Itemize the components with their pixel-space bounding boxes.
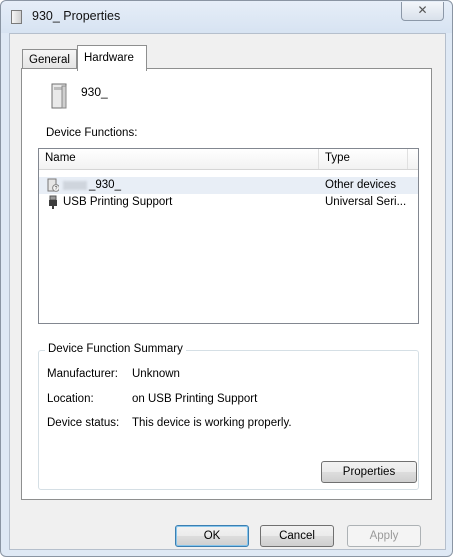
column-separator[interactable] bbox=[318, 149, 319, 169]
unknown-device-icon: ? bbox=[47, 178, 59, 192]
manufacturer-label: Manufacturer: bbox=[47, 368, 118, 380]
row-device-type: Other devices bbox=[325, 179, 396, 191]
column-separator[interactable] bbox=[407, 149, 408, 169]
apply-button[interactable]: Apply bbox=[347, 525, 421, 547]
tab-general[interactable]: General bbox=[22, 49, 77, 70]
row-device-name: _930_ bbox=[89, 179, 121, 191]
row-device-type: Universal Seri... bbox=[325, 196, 407, 208]
device-status-value: This device is working properly. bbox=[132, 417, 292, 429]
properties-window: 930_ Properties ✕ General Hardware 930_ … bbox=[0, 0, 453, 557]
list-item[interactable]: USB Printing Support Universal Seri... bbox=[39, 194, 418, 211]
device-status-label: Device status: bbox=[47, 417, 120, 429]
device-functions-label: Device Functions: bbox=[46, 127, 138, 139]
column-header-name[interactable]: Name bbox=[45, 152, 76, 164]
device-name: 930_ bbox=[81, 85, 108, 99]
window-title: 930_ Properties bbox=[32, 9, 121, 23]
close-button[interactable]: ✕ bbox=[401, 2, 444, 21]
list-item[interactable]: ? _930_ Other devices bbox=[39, 177, 418, 194]
group-title: Device Function Summary bbox=[45, 343, 186, 355]
printer-device-icon bbox=[51, 83, 67, 109]
manufacturer-value: Unknown bbox=[132, 368, 180, 380]
list-header: Name Type bbox=[39, 149, 418, 170]
location-value: on USB Printing Support bbox=[132, 393, 258, 405]
svg-text:?: ? bbox=[55, 186, 58, 192]
ok-button[interactable]: OK bbox=[175, 525, 249, 547]
title-bar[interactable]: 930_ Properties ✕ bbox=[1, 1, 452, 33]
device-functions-list[interactable]: Name Type ? _930_ Other devices USB Prin… bbox=[38, 148, 419, 324]
redacted-name-blur bbox=[63, 181, 87, 190]
location-label: Location: bbox=[47, 393, 94, 405]
column-header-type[interactable]: Type bbox=[325, 152, 350, 164]
printer-device-icon bbox=[11, 10, 22, 24]
tab-hardware[interactable]: Hardware bbox=[77, 45, 147, 71]
cancel-button[interactable]: Cancel bbox=[260, 525, 334, 547]
usb-plug-icon bbox=[49, 195, 57, 209]
properties-button[interactable]: Properties bbox=[321, 461, 417, 483]
row-device-name: USB Printing Support bbox=[63, 196, 173, 208]
